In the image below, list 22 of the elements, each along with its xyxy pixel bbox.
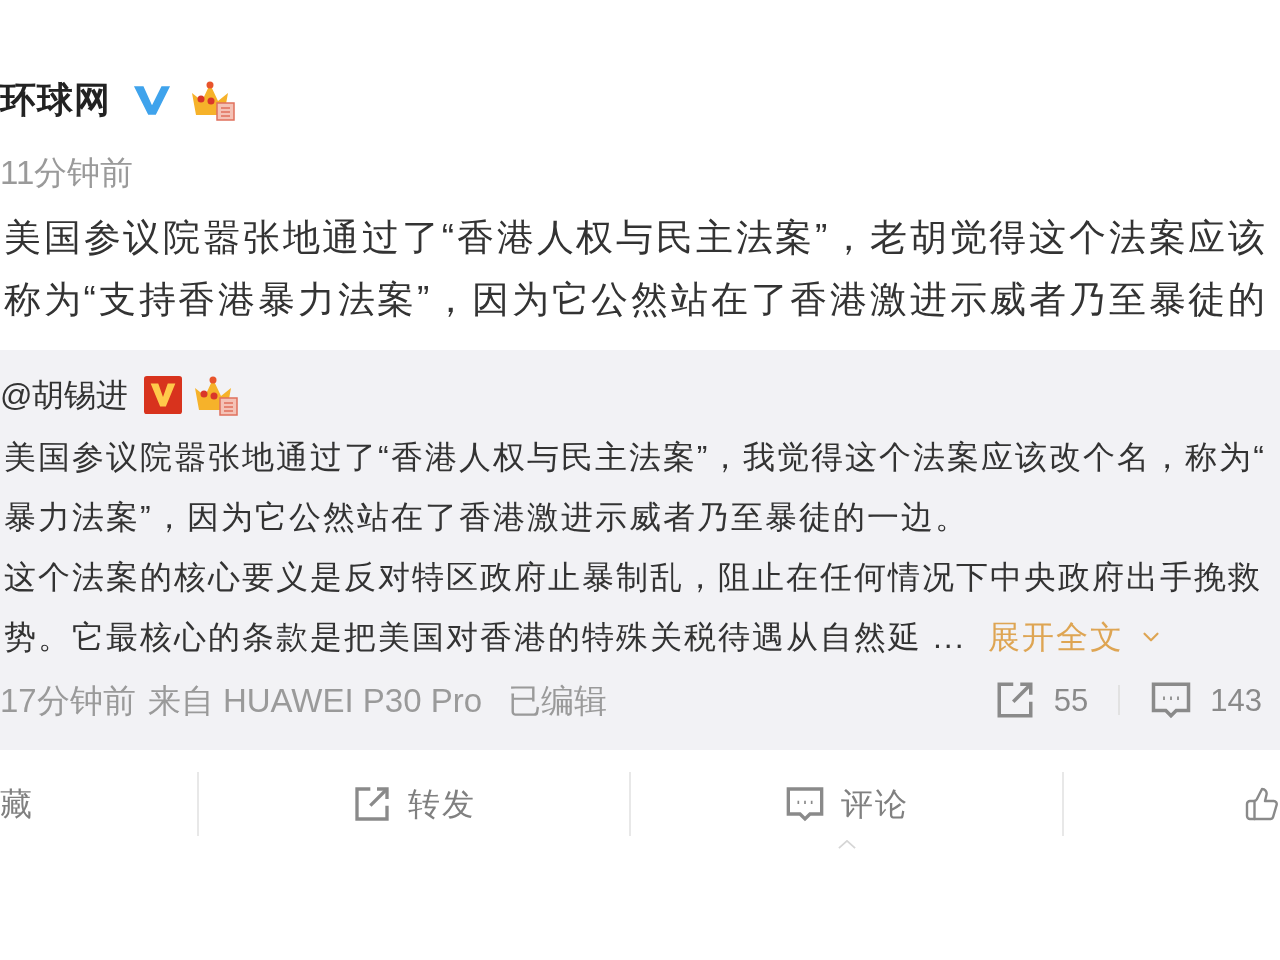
- repost-action-button[interactable]: 转发: [352, 784, 477, 824]
- author-link[interactable]: @胡锡进: [0, 379, 129, 411]
- comment-count-button[interactable]: 143: [1150, 679, 1262, 721]
- speech-bubble-icon: [784, 784, 825, 824]
- quoted-text-line: 势。它最核心的条款是把美国对香港的特殊关税待遇从自然延 ... 展开全文: [0, 607, 1280, 667]
- crown-icon: [192, 374, 239, 416]
- post-time: 11分钟前: [0, 155, 134, 189]
- edited-label: 已编辑: [508, 683, 608, 717]
- quoted-text-line: 美国参议院嚣张地通过了“香港人权与民主法案”，我觉得这个法案应该改个名，称为“: [3, 438, 1267, 477]
- comment-action-button[interactable]: 评论: [784, 784, 909, 849]
- quoted-post-time: 17分钟前: [0, 683, 136, 717]
- repost-count-button[interactable]: 55: [993, 679, 1089, 721]
- quoted-text-line: 这个法案的核心要义是反对特区政府止暴制乱，阻止在任何情况下中央政府出手挽救: [3, 558, 1263, 597]
- post-text-line: 称为“支持香港暴力法案”，因为它公然站在了香港激进示威者乃至暴徒的: [3, 277, 1270, 322]
- crown-icon: [189, 79, 235, 121]
- v-badge-icon: [144, 376, 183, 414]
- post-source: 来自 HUAWEI P30 Pro: [147, 683, 483, 717]
- verified-v-icon: [133, 83, 171, 117]
- caret-up-icon: [837, 840, 856, 849]
- favorite-action-button[interactable]: 藏: [0, 784, 34, 824]
- quoted-text-line: 暴力法案”，因为它公然站在了香港激进示威者乃至暴徒的一边。: [3, 498, 970, 537]
- post-text-line: 美国参议院嚣张地通过了“香港人权与民主法案”，老胡觉得这个法案应该: [3, 215, 1270, 260]
